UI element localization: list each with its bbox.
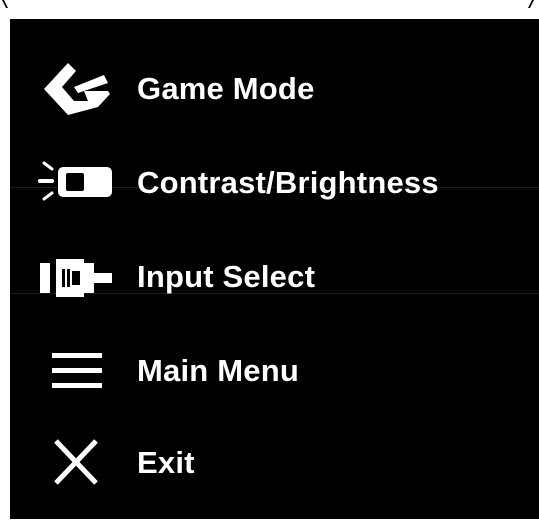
menu-item-exit[interactable]: Exit — [10, 417, 539, 509]
input-select-icon — [36, 247, 116, 307]
menu-item-label: Contrast/Brightness — [137, 165, 439, 200]
top-frame-ticks — [0, 0, 539, 8]
menu-item-label: Exit — [137, 445, 195, 480]
menu-item-input-select[interactable]: Input Select — [10, 231, 539, 323]
top-frame — [0, 0, 539, 19]
main-menu-icon — [36, 341, 116, 401]
osd-quick-menu: Game Mode Contrast/Brightness Input Sele… — [10, 19, 539, 519]
brightness-icon — [36, 153, 116, 213]
menu-item-label: Game Mode — [137, 71, 315, 106]
menu-item-main-menu[interactable]: Main Menu — [10, 325, 539, 417]
exit-icon — [36, 433, 116, 493]
menu-item-contrast-brightness[interactable]: Contrast/Brightness — [10, 137, 539, 229]
menu-item-label: Input Select — [137, 259, 316, 294]
menu-item-game-mode[interactable]: Game Mode — [10, 43, 539, 135]
menu-item-label: Main Menu — [137, 353, 299, 388]
game-mode-icon — [36, 59, 116, 119]
